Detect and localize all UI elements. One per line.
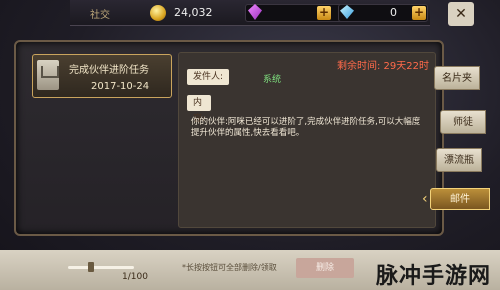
- sender-label: 发件人:: [187, 69, 230, 85]
- hint-text: *长按按钮可全部删除/领取: [182, 263, 277, 272]
- watermark-logo: 脉冲手游网: [376, 264, 492, 289]
- mail-panel: 完成伙伴进阶任务 2017-10-24 剩余时间: 29天22时 发件人: 系统…: [14, 40, 444, 236]
- mail-item-date: 2017-10-24: [91, 81, 150, 92]
- page-count: 1/100: [122, 272, 148, 282]
- mail-list-item[interactable]: 完成伙伴进阶任务 2017-10-24: [32, 54, 172, 98]
- delete-button[interactable]: 删除: [296, 258, 354, 278]
- page-slider-handle[interactable]: [88, 262, 94, 272]
- mail-icon: [37, 60, 59, 90]
- tab-business-cards[interactable]: 名片夹: [434, 66, 480, 90]
- tab-drift-bottle[interactable]: 漂流瓶: [436, 148, 482, 172]
- tab-mentor[interactable]: 师徒: [440, 110, 486, 134]
- social-label: 社交: [90, 10, 110, 21]
- add-gem-button[interactable]: +: [317, 6, 331, 20]
- add-diamond-button[interactable]: +: [412, 6, 426, 20]
- page-slider-track[interactable]: [68, 266, 134, 269]
- mail-detail: 剩余时间: 29天22时 发件人: 系统 内容: 你的伙伴:阿咪已经可以进阶了,…: [178, 52, 436, 228]
- close-button[interactable]: ✕: [448, 2, 474, 26]
- sender-value: 系统: [263, 75, 282, 85]
- gold-amount: 24,032: [174, 6, 213, 19]
- content-label: 内容:: [187, 95, 212, 124]
- mail-item-title: 完成伙伴进阶任务: [69, 65, 149, 76]
- diamond-amount: 0: [390, 6, 397, 19]
- mail-body: 你的伙伴:阿咪已经可以进阶了,完成伙伴进阶任务,可以大幅度提升伙伴的属性,快去看…: [191, 117, 421, 138]
- tab-mail[interactable]: 邮件: [430, 188, 490, 210]
- gold-coin-icon: [150, 5, 166, 21]
- sender-row: 发件人: 系统: [187, 69, 429, 87]
- resource-bar: 社交 24,032 0 + 0 +: [70, 0, 430, 26]
